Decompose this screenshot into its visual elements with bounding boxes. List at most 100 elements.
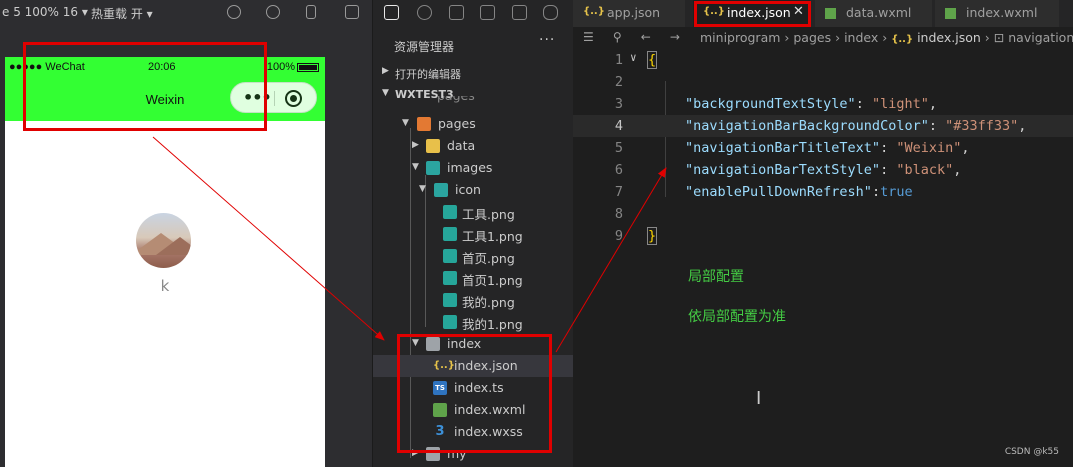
tab-label: data.wxml (846, 5, 912, 20)
window-icon[interactable] (345, 5, 359, 19)
refresh-icon[interactable] (227, 5, 241, 19)
open-editors-label: 打开的编辑器 (395, 68, 461, 81)
code-line[interactable]: 5 "navigationBarTitleText": "Weixin", (573, 137, 1073, 159)
line-number: 2 (614, 74, 623, 90)
wxml-file-icon (825, 8, 836, 19)
json-key: "navigationBarBackgroundColor" (685, 118, 929, 134)
tree-file-png[interactable]: 工具.png (373, 201, 574, 223)
code-editor: {..} app.json {..} index.json ✕ data.wxm… (573, 0, 1073, 467)
breadcrumb-path: miniprogram › pages › index › {..} index… (700, 30, 1073, 45)
chevron-down-icon: ▼ (402, 118, 409, 128)
tab-index-wxml[interactable]: index.wxml (935, 0, 1060, 27)
tree-item-label: 工具1.png (462, 229, 523, 244)
simulator-toolbar: e 5 100% 16 ▾ 热重载 开 ▾ (0, 0, 372, 26)
capsule-divider (274, 91, 275, 106)
battery-percent: 100% (266, 61, 295, 73)
devtools-window: e 5 100% 16 ▾ 热重载 开 ▾ ●●●●● WeChat 20:06… (0, 0, 1073, 467)
tree-item-label: 我的.png (462, 295, 515, 310)
line-number: 7 (614, 184, 623, 200)
tree-item-label: 首页1.png (462, 273, 523, 288)
files-icon[interactable] (384, 5, 399, 20)
search-icon[interactable] (417, 5, 432, 20)
json-key: "backgroundTextStyle" (685, 96, 856, 112)
line-number: 4 (614, 118, 623, 134)
code-line[interactable]: 8 (573, 203, 1073, 225)
battery-indicator: 100% (267, 61, 319, 73)
stop-icon[interactable] (266, 5, 280, 19)
breadcrumb-symbol[interactable]: navigationB (1008, 30, 1073, 45)
code-line[interactable]: 1 ∨ { (573, 49, 1073, 71)
phone-icon[interactable] (306, 5, 316, 19)
breadcrumb-sep: › (882, 30, 888, 45)
annotation-note: 依局部配置为准 (688, 309, 786, 325)
breadcrumb-file[interactable]: index.json (917, 30, 981, 45)
tree-item-label: icon (455, 182, 481, 197)
extensions-icon[interactable] (480, 5, 495, 20)
code-line[interactable]: 2 (573, 71, 1073, 93)
image-file-icon (443, 271, 457, 285)
watermark: CSDN @k55 (1004, 447, 1059, 457)
device-zoom-select[interactable]: e 5 100% 16 ▾ (2, 5, 88, 19)
tree-folder-icon[interactable]: ▼ icon (373, 179, 574, 201)
code-line[interactable]: 7 "enablePullDownRefresh":true (573, 181, 1073, 203)
breadcrumb-root[interactable]: miniprogram (700, 30, 780, 45)
line-number: 6 (614, 162, 623, 178)
annotation-box-index-folder (397, 334, 552, 453)
code-text: } (646, 227, 658, 245)
annotation-box-tab (694, 1, 811, 27)
breadcrumb-sep: › (835, 30, 841, 45)
debug-icon[interactable] (512, 5, 527, 20)
hot-reload-toggle[interactable]: 热重载 开 ▾ (91, 5, 153, 22)
battery-icon (297, 62, 319, 72)
line-number: 3 (614, 96, 623, 112)
code-line[interactable]: 6 "navigationBarTextStyle": "black", (573, 159, 1073, 181)
close-miniprogram-icon[interactable] (285, 90, 302, 107)
line-number: 8 (614, 206, 623, 222)
code-line[interactable]: 3 "backgroundTextStyle": "light", (573, 93, 1073, 115)
line-number: 5 (614, 140, 623, 156)
chevron-down-icon: ▼ (412, 162, 419, 172)
tree-folder-data[interactable]: ▶ data (373, 135, 574, 157)
tab-data-wxml[interactable]: data.wxml (815, 0, 933, 27)
breadcrumb-dir[interactable]: pages (793, 30, 831, 45)
tree-item-label: images (447, 160, 493, 175)
tree-file-png[interactable]: 工具1.png (373, 223, 574, 245)
tree-folder-images[interactable]: ▼ images (373, 157, 574, 179)
tree-file-png[interactable]: 首页1.png (373, 267, 574, 289)
json-key: "navigationBarTitleText" (685, 140, 881, 156)
image-file-icon (443, 293, 457, 307)
chevron-right-icon: ▶ (382, 66, 389, 76)
user-nickname: k (160, 277, 170, 295)
docker-icon[interactable] (543, 5, 558, 20)
tab-label: index.wxml (966, 5, 1038, 20)
fold-chevron-icon[interactable]: ∨ (630, 51, 637, 64)
tab-label: app.json (607, 5, 661, 20)
tree-item-label: 首页.png (462, 251, 515, 266)
chevron-down-icon: ▼ (419, 184, 426, 194)
image-file-icon (443, 315, 457, 329)
wxml-file-icon (945, 8, 956, 19)
json-value: "black" (896, 162, 954, 178)
tree-item-label: 我的1.png (462, 317, 523, 332)
source-control-icon[interactable] (449, 5, 464, 20)
tree-file-png[interactable]: 首页.png (373, 245, 574, 267)
code-line-current[interactable]: 4 "navigationBarBackgroundColor": "#33ff… (573, 115, 1073, 137)
tree-file-png[interactable]: 我的1.png (373, 311, 574, 333)
tree-folder-pages[interactable]: ▼ pages (373, 113, 574, 135)
breadcrumb-dir[interactable]: index (844, 30, 878, 45)
activity-bar (373, 0, 574, 26)
annotation-note: 局部配置 (688, 269, 744, 285)
tree-item-partial[interactable]: pages (373, 96, 574, 108)
editor-nav-icons[interactable]: ☰ ⚲ ← → (583, 30, 680, 44)
code-line[interactable]: 9 } (573, 225, 1073, 247)
json-value: "Weixin" (896, 140, 962, 156)
open-editors-section[interactable]: ▶ 打开的编辑器 (373, 62, 574, 84)
annotation-box-navbar (23, 42, 267, 131)
avatar (136, 213, 191, 268)
explorer-more-button[interactable]: ··· (539, 32, 555, 48)
breadcrumb-sep: › (784, 30, 790, 45)
breadcrumb-sep: › (984, 30, 990, 45)
tab-app-json[interactable]: {..} app.json (573, 0, 686, 27)
tree-file-png[interactable]: 我的.png (373, 289, 574, 311)
chevron-right-icon: ▶ (412, 140, 419, 150)
